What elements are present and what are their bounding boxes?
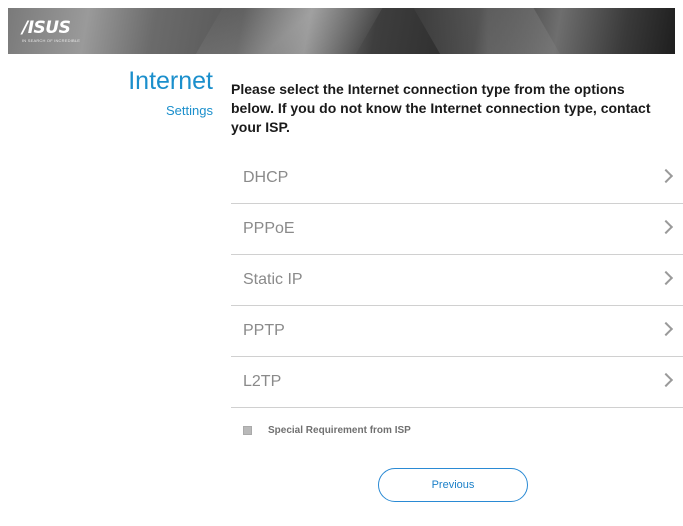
banner-decoration — [402, 8, 574, 54]
option-label: L2TP — [243, 373, 282, 390]
header-banner: /ISUS IN SEARCH OF INCREDIBLE — [8, 8, 675, 54]
banner-decoration — [182, 8, 394, 54]
chevron-right-icon — [658, 219, 674, 235]
option-label: PPTP — [243, 322, 285, 339]
logo-wordmark: /ISUS — [22, 18, 71, 38]
connection-type-list: DHCP PPPoE Static IP PPTP L2TP — [231, 153, 683, 408]
option-label: PPPoE — [243, 220, 295, 237]
option-dhcp[interactable]: DHCP — [231, 153, 683, 204]
chevron-right-icon — [658, 270, 674, 286]
page-subtitle: Settings — [166, 103, 213, 118]
special-requirement-toggle[interactable]: Special Requirement from ISP — [243, 423, 411, 437]
chevron-right-icon — [658, 321, 674, 337]
chevron-right-icon — [658, 372, 674, 388]
option-static-ip[interactable]: Static IP — [231, 255, 683, 306]
option-label: DHCP — [243, 169, 289, 186]
option-l2tp[interactable]: L2TP — [231, 357, 683, 408]
instruction-text: Please select the Internet connection ty… — [231, 81, 651, 135]
option-pppoe[interactable]: PPPoE — [231, 204, 683, 255]
option-pptp[interactable]: PPTP — [231, 306, 683, 357]
special-requirement-checkbox[interactable] — [243, 425, 252, 435]
special-requirement-label: Special Requirement from ISP — [268, 424, 411, 436]
asus-logo: /ISUS IN SEARCH OF INCREDIBLE — [22, 20, 94, 46]
page: /ISUS IN SEARCH OF INCREDIBLE Internet S… — [0, 0, 683, 526]
chevron-right-icon — [658, 168, 674, 184]
option-label: Static IP — [243, 271, 303, 288]
page-title: Internet — [128, 67, 213, 95]
logo-tagline: IN SEARCH OF INCREDIBLE — [22, 38, 81, 43]
previous-button[interactable]: Previous — [378, 468, 528, 502]
